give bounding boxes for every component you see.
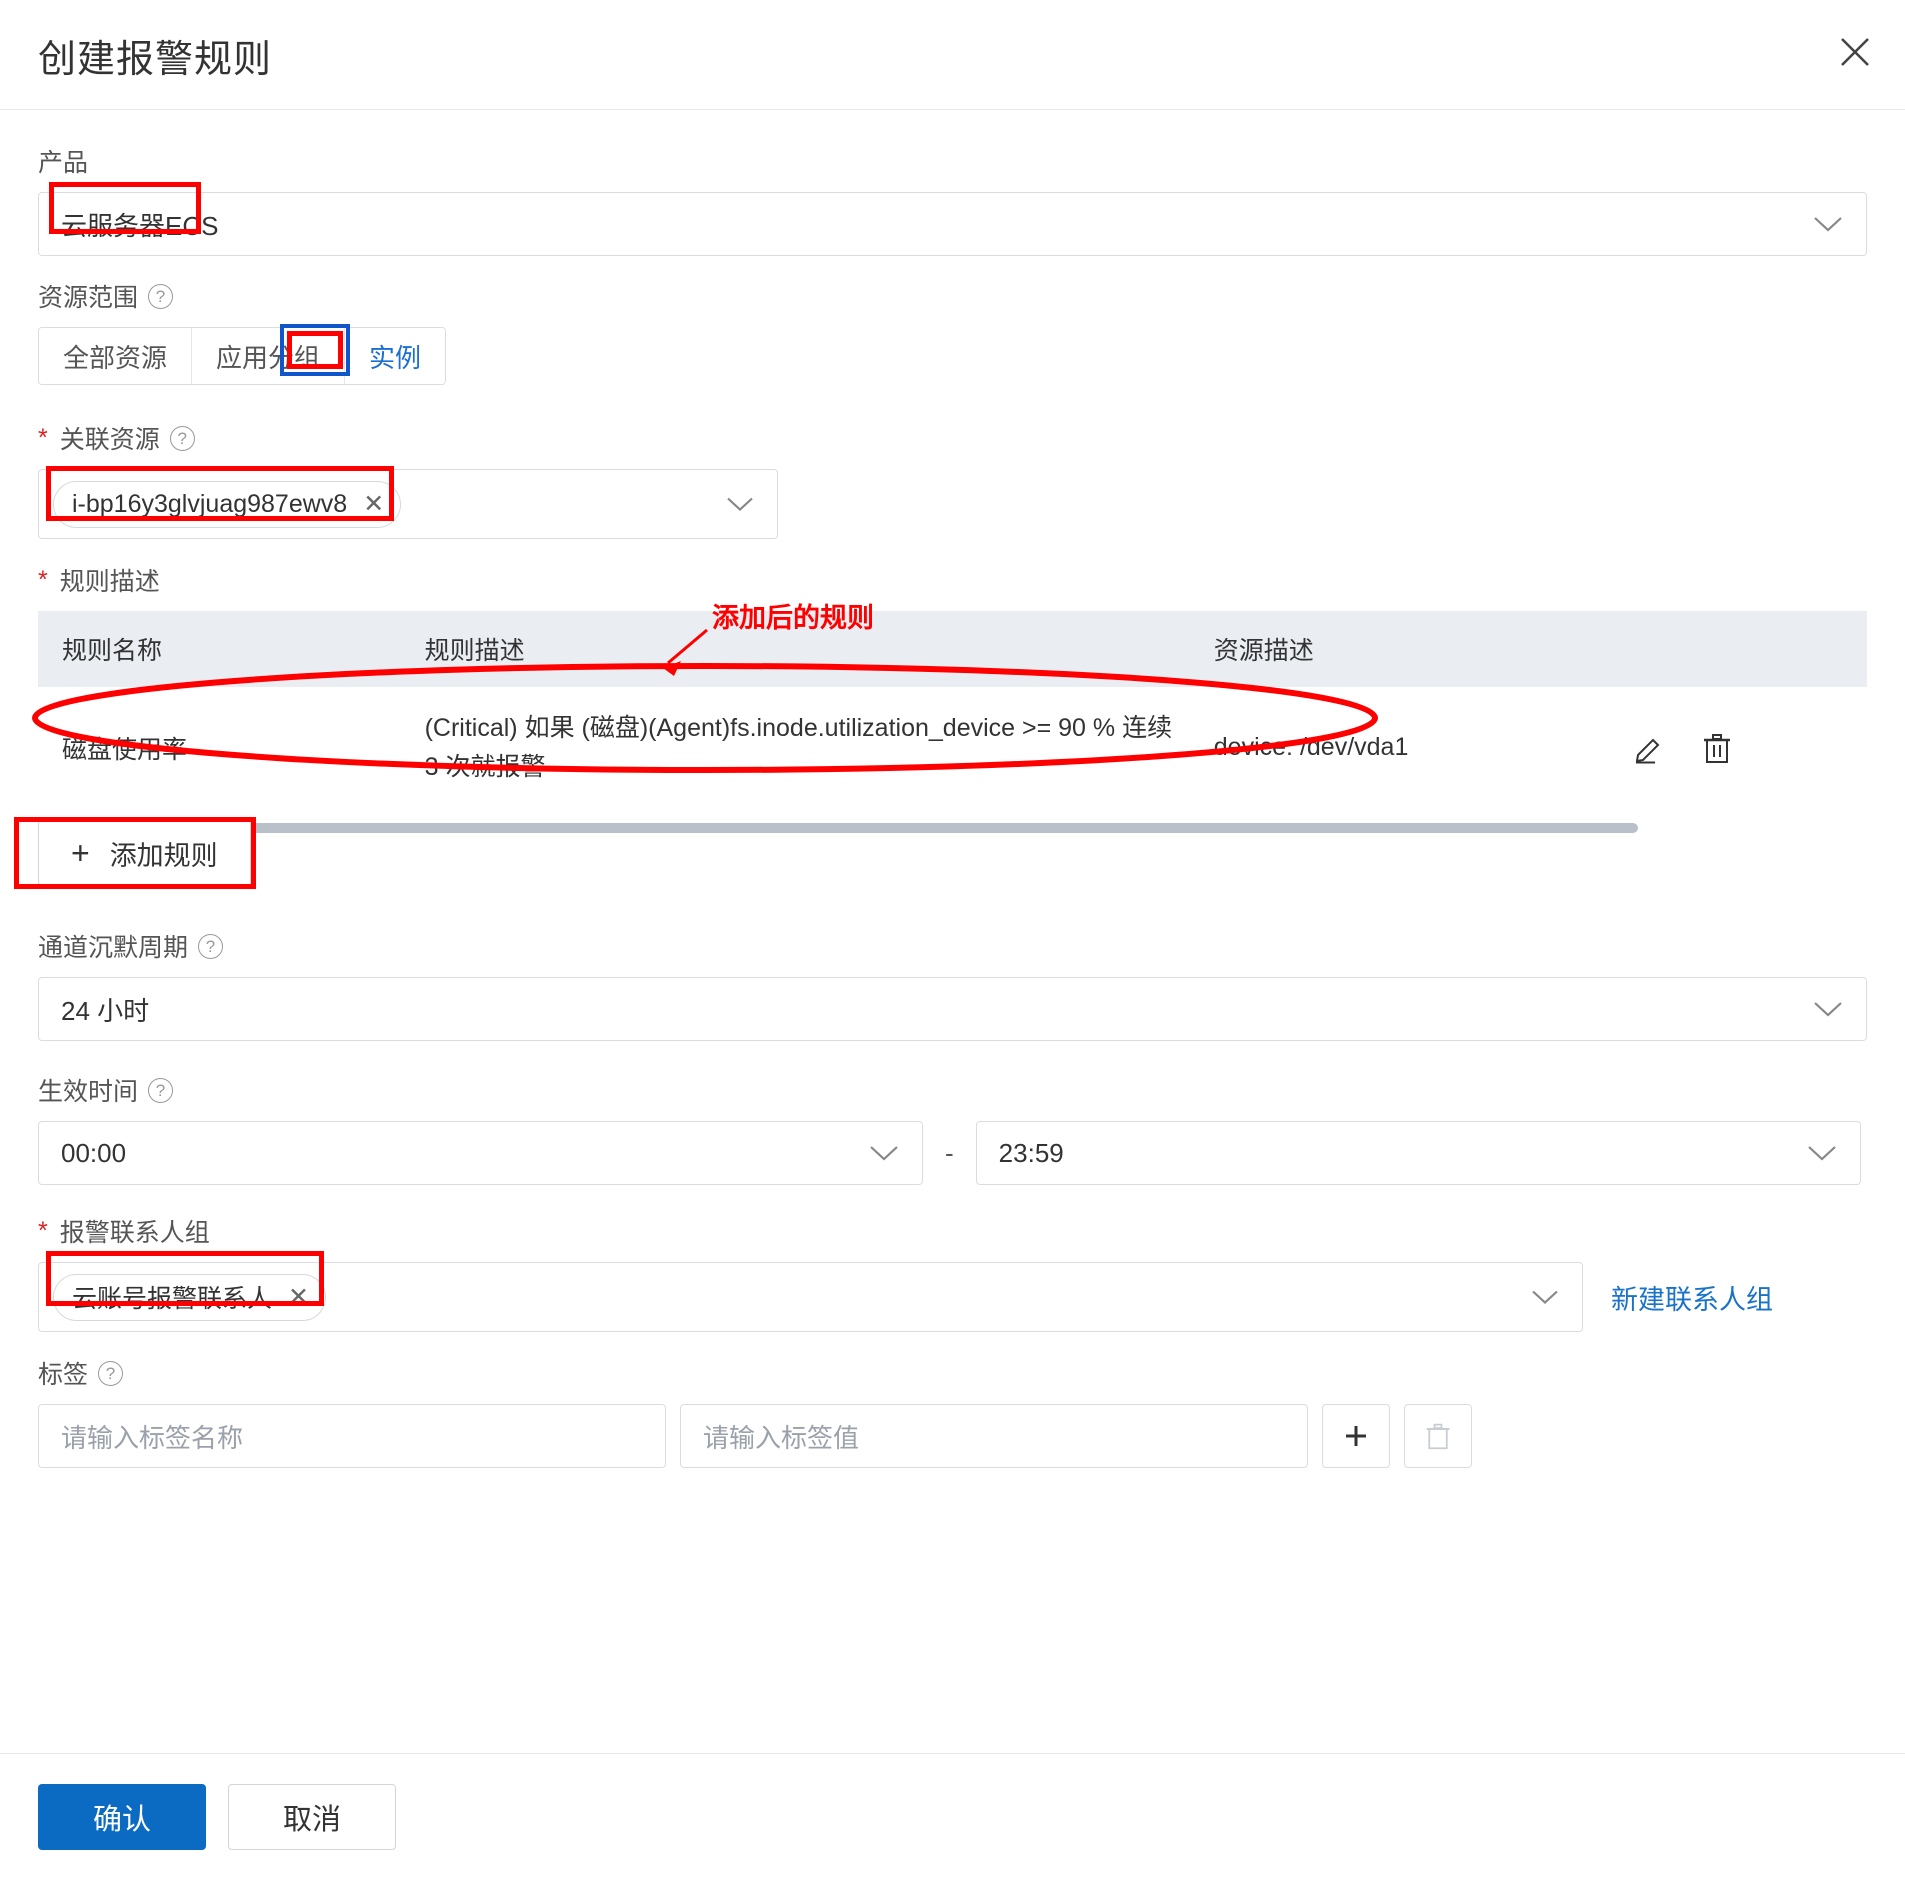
plus-icon: + xyxy=(71,835,90,871)
resource-scope-segmented: 全部资源 应用分组 实例 xyxy=(38,327,447,385)
product-select[interactable]: 云服务器ECS xyxy=(38,192,1867,256)
close-icon[interactable]: ✕ xyxy=(288,1284,309,1310)
add-rule-button[interactable]: + 添加规则 xyxy=(38,820,251,886)
cancel-button[interactable]: 取消 xyxy=(228,1783,396,1850)
question-circle-icon[interactable]: ? xyxy=(198,933,224,959)
rules-table: 规则名称 规则描述 资源描述 磁盘使用率 (Critical) 如果 (磁盘)(… xyxy=(38,611,1867,809)
scope-option-group[interactable]: 应用分组 xyxy=(192,328,346,384)
trash-icon[interactable] xyxy=(1701,731,1733,765)
dialog-header: 创建报警规则 xyxy=(0,0,1905,110)
cell-rule-name: 磁盘使用率 xyxy=(38,687,401,809)
rule-description-label-text: 规则描述 xyxy=(59,568,160,596)
associated-resource-field: * 关联资源 ? i-bp16y3glvjuag987ewv8 ✕ xyxy=(38,420,778,539)
resource-chip-label: i-bp16y3glvjuag987ewv8 xyxy=(72,489,348,518)
table-horizontal-scrollbar[interactable] xyxy=(38,822,1638,833)
product-label: 产品 xyxy=(38,143,1867,179)
silence-period-label: 通道沉默周期 ? xyxy=(38,928,1867,964)
tags-field: 标签 ? 请输入标签名称 请输入标签值 xyxy=(38,1355,1867,1468)
question-circle-icon[interactable]: ? xyxy=(169,425,195,451)
pencil-icon[interactable] xyxy=(1631,731,1665,765)
required-asterisk: * xyxy=(38,1216,48,1245)
contact-group-row: 云账号报警联系人 ✕ 新建联系人组 xyxy=(38,1262,1867,1332)
silence-period-field: 通道沉默周期 ? 24 小时 xyxy=(38,928,1867,1041)
required-asterisk: * xyxy=(38,423,48,452)
tags-label-text: 标签 xyxy=(38,1361,89,1389)
column-header-rule-name: 规则名称 xyxy=(38,611,401,687)
resource-scope-label: 资源范围 ? xyxy=(38,278,446,314)
associated-resource-select[interactable]: i-bp16y3glvjuag987ewv8 ✕ xyxy=(38,469,778,539)
cell-resource-description: device: /dev/vda1 xyxy=(1189,687,1596,809)
product-field: 产品 云服务器ECS xyxy=(38,143,1867,256)
plus-icon xyxy=(1346,1426,1366,1446)
contact-group-chip: 云账号报警联系人 ✕ xyxy=(53,1273,326,1321)
close-icon[interactable]: ✕ xyxy=(363,491,384,517)
associated-resource-label: * 关联资源 ? xyxy=(38,420,778,456)
time-range-separator: - xyxy=(945,1137,954,1168)
cell-actions xyxy=(1595,687,1867,809)
scope-option-instance[interactable]: 实例 xyxy=(345,328,446,384)
contact-group-select[interactable]: 云账号报警联系人 ✕ xyxy=(38,1262,1583,1332)
resource-chip: i-bp16y3glvjuag987ewv8 ✕ xyxy=(53,480,402,528)
rules-table-body: 磁盘使用率 (Critical) 如果 (磁盘)(Agent)fs.inode.… xyxy=(38,687,1867,809)
effective-time-start-value: 00:00 xyxy=(61,1137,127,1168)
chevron-down-icon xyxy=(1530,1288,1560,1307)
resource-scope-field: 资源范围 ? 全部资源 应用分组 实例 xyxy=(38,278,447,385)
table-header-row: 规则名称 规则描述 资源描述 xyxy=(38,611,1867,687)
silence-period-value: 24 小时 xyxy=(61,995,150,1026)
tag-name-input[interactable]: 请输入标签名称 xyxy=(38,1404,666,1468)
silence-period-label-text: 通道沉默周期 xyxy=(38,934,189,962)
effective-time-label-text: 生效时间 xyxy=(38,1078,139,1106)
effective-time-start-select[interactable]: 00:00 xyxy=(38,1121,923,1185)
create-alert-rule-dialog: 创建报警规则 产品 云服务器ECS 资源范围 ? 全部资源 应用分组 实例 * … xyxy=(0,0,1905,1879)
table-row: 磁盘使用率 (Critical) 如果 (磁盘)(Agent)fs.inode.… xyxy=(38,687,1867,809)
resource-scope-label-text: 资源范围 xyxy=(38,284,139,312)
close-icon[interactable] xyxy=(1833,30,1877,74)
confirm-button[interactable]: 确认 xyxy=(38,1783,206,1850)
add-tag-button[interactable] xyxy=(1322,1404,1390,1468)
add-rule-wrapper: + 添加规则 xyxy=(38,820,251,886)
column-header-resource-description: 资源描述 xyxy=(1189,611,1596,687)
question-circle-icon[interactable]: ? xyxy=(148,1077,174,1103)
chevron-down-icon xyxy=(1812,214,1844,234)
contact-group-field: * 报警联系人组 云账号报警联系人 ✕ 新建联系人组 xyxy=(38,1213,1867,1332)
required-asterisk: * xyxy=(38,565,48,594)
associated-resource-label-text: 关联资源 xyxy=(59,426,160,454)
effective-time-field: 生效时间 ? 00:00 - 23:59 xyxy=(38,1072,1867,1185)
effective-time-end-select[interactable]: 23:59 xyxy=(975,1121,1861,1185)
effective-time-row: 00:00 - 23:59 xyxy=(38,1121,1867,1185)
question-circle-icon[interactable]: ? xyxy=(148,283,174,309)
effective-time-end-value: 23:59 xyxy=(998,1137,1064,1168)
contact-group-label: * 报警联系人组 xyxy=(38,1213,1867,1249)
tag-value-input[interactable]: 请输入标签值 xyxy=(680,1404,1308,1468)
dialog-body: 产品 云服务器ECS 资源范围 ? 全部资源 应用分组 实例 * 关联资源 ? … xyxy=(0,110,1905,1753)
add-rule-button-label: 添加规则 xyxy=(109,840,218,871)
rules-table-head: 规则名称 规则描述 资源描述 xyxy=(38,611,1867,687)
tags-label: 标签 ? xyxy=(38,1355,1867,1391)
contact-group-label-text: 报警联系人组 xyxy=(59,1219,210,1247)
effective-time-label: 生效时间 ? xyxy=(38,1072,1867,1108)
contact-group-chip-label: 云账号报警联系人 xyxy=(72,1285,273,1313)
rule-description-label: * 规则描述 xyxy=(38,562,1867,598)
tags-row: 请输入标签名称 请输入标签值 xyxy=(38,1404,1867,1468)
question-circle-icon[interactable]: ? xyxy=(98,1360,124,1386)
delete-tag-button[interactable] xyxy=(1404,1404,1472,1468)
product-value: 云服务器ECS xyxy=(61,210,219,241)
cell-rule-description: (Critical) 如果 (磁盘)(Agent)fs.inode.utiliz… xyxy=(400,687,1190,809)
chevron-down-icon xyxy=(1812,999,1844,1019)
trash-icon xyxy=(1426,1423,1450,1450)
chevron-down-icon xyxy=(868,1143,900,1163)
rule-description-field: * 规则描述 规则名称 规则描述 资源描述 磁盘使用率 (Critical) 如… xyxy=(38,562,1867,833)
column-header-actions xyxy=(1595,611,1867,687)
chevron-down-icon xyxy=(725,495,755,514)
dialog-footer: 确认 取消 xyxy=(0,1753,1905,1879)
column-header-rule-description: 规则描述 xyxy=(400,611,1190,687)
page-title: 创建报警规则 xyxy=(38,39,273,81)
product-label-text: 产品 xyxy=(38,149,89,177)
scope-option-all[interactable]: 全部资源 xyxy=(39,328,193,384)
chevron-down-icon xyxy=(1806,1143,1838,1163)
new-contact-group-link[interactable]: 新建联系人组 xyxy=(1611,1278,1773,1317)
silence-period-select[interactable]: 24 小时 xyxy=(38,977,1867,1041)
